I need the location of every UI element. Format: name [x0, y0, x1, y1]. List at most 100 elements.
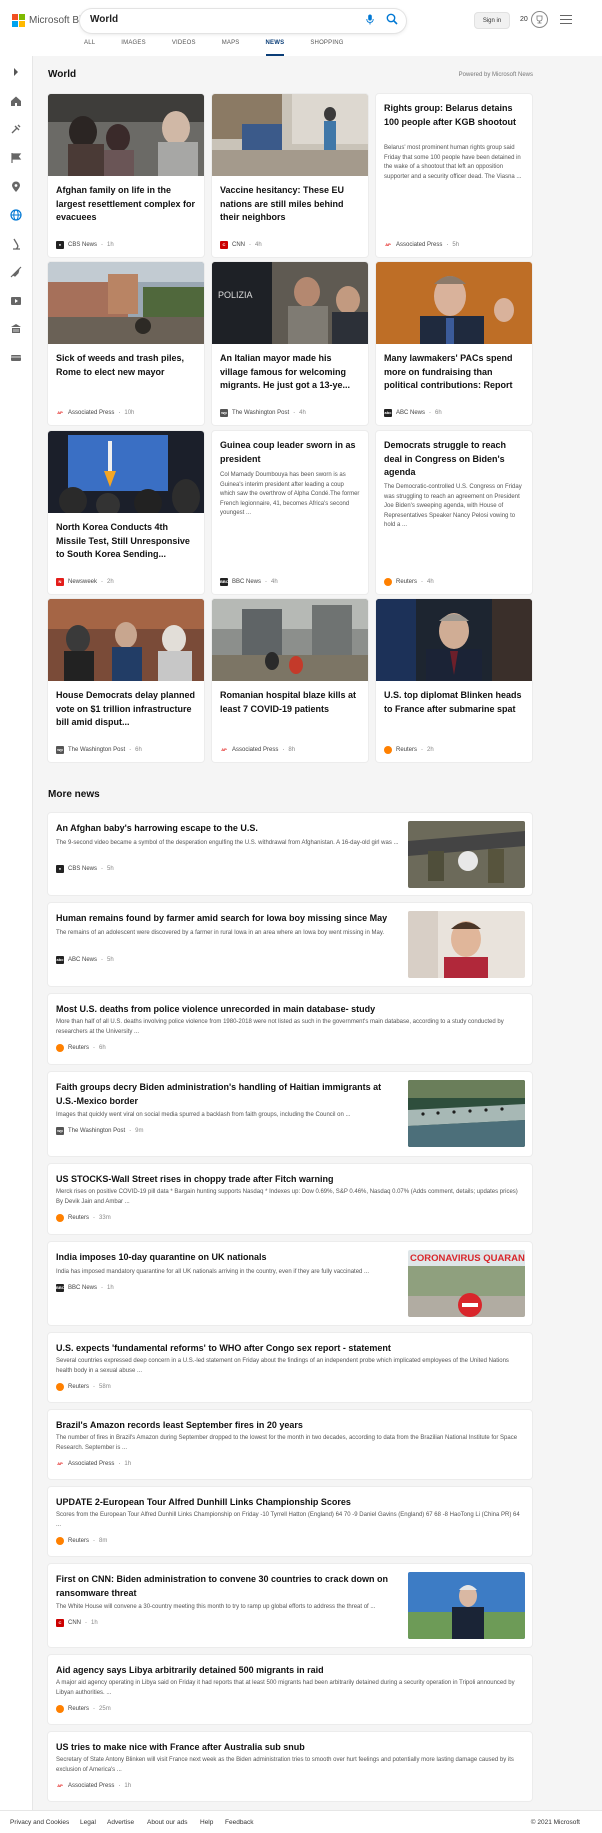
source-age: 25m [99, 1706, 111, 1712]
card-title[interactable]: U.S. top diplomat Blinken heads to Franc… [384, 689, 524, 716]
news-card[interactable]: POLIZIA An Italian mayor made his villag… [212, 262, 368, 425]
footer-link-feedback[interactable]: Feedback [225, 1819, 254, 1826]
more-news-item[interactable]: Faith groups decry Biden administration'… [48, 1072, 532, 1156]
tab-maps[interactable]: MAPS [222, 40, 240, 56]
news-card[interactable]: Afghan family on life in the largest res… [48, 94, 204, 257]
tab-all[interactable]: ALL [84, 40, 95, 56]
more-news-item[interactable]: First on CNN: Biden administration to co… [48, 1564, 532, 1647]
chevron-right-icon[interactable] [10, 66, 22, 78]
item-title[interactable]: U.S. expects 'fundamental reforms' to WH… [56, 1342, 526, 1356]
card-title[interactable]: Rights group: Belarus detains 100 people… [384, 102, 524, 129]
item-title[interactable]: Most U.S. deaths from police violence un… [56, 1003, 526, 1017]
footer-link-advertise[interactable]: Advertise [107, 1819, 134, 1826]
more-news-heading: More news [48, 789, 100, 800]
video-icon[interactable] [10, 295, 22, 307]
source-age: 1h [91, 1620, 98, 1626]
card-title[interactable]: Many lawmakers' PACs spend more on fundr… [384, 352, 524, 393]
rocket-icon[interactable] [10, 266, 22, 278]
footer-link-about-ads[interactable]: About our ads [147, 1819, 187, 1826]
source-age: 1h [107, 1285, 114, 1291]
item-title[interactable]: An Afghan baby's harrowing escape to the… [56, 822, 396, 836]
news-card[interactable]: North Korea Conducts 4th Missile Test, S… [48, 431, 204, 594]
item-title[interactable]: Aid agency says Libya arbitrarily detain… [56, 1664, 526, 1678]
hamburger-menu-icon[interactable] [560, 15, 572, 27]
news-card[interactable]: Many lawmakers' PACs spend more on fundr… [376, 262, 532, 425]
search-input[interactable] [90, 14, 340, 25]
item-title[interactable]: US tries to make nice with France after … [56, 1741, 526, 1755]
tab-shopping[interactable]: SHOPPING [310, 40, 343, 56]
item-snippet: The remains of an adolescent were discov… [56, 930, 385, 936]
more-news-item[interactable]: Aid agency says Libya arbitrarily detain… [48, 1655, 532, 1724]
more-news-item[interactable]: UPDATE 2-European Tour Alfred Dunhill Li… [48, 1487, 532, 1556]
source-name: Reuters [68, 1706, 90, 1712]
powered-by-text[interactable]: Powered by Microsoft News [459, 72, 533, 78]
item-title[interactable]: US STOCKS-Wall Street rises in choppy tr… [56, 1173, 526, 1187]
card-title[interactable]: Romanian hospital blaze kills at least 7… [220, 689, 360, 716]
item-title[interactable]: Brazil's Amazon records least September … [56, 1419, 526, 1433]
globe-icon[interactable] [10, 209, 22, 221]
card-title[interactable]: An Italian mayor made his village famous… [220, 352, 360, 393]
footer-link-privacy[interactable]: Privacy and Cookies [10, 1819, 69, 1826]
source-name: Reuters [68, 1045, 90, 1051]
news-card[interactable]: Guinea coup leader sworn in as president… [212, 431, 368, 594]
news-card[interactable]: Vaccine hesitancy: These EU nations are … [212, 94, 368, 257]
source-age: 4h [271, 579, 278, 585]
search-box[interactable] [80, 9, 406, 33]
tools-icon[interactable] [10, 123, 22, 135]
source-name: ABC News [68, 957, 98, 963]
ap-logo-icon: AP [56, 1460, 64, 1468]
source-name: BBC News [68, 1285, 98, 1291]
more-news-item[interactable]: US STOCKS-Wall Street rises in choppy tr… [48, 1164, 532, 1234]
tab-news[interactable]: NEWS [265, 40, 285, 56]
item-title[interactable]: India imposes 10-day quarantine on UK na… [56, 1251, 396, 1265]
news-card[interactable]: Rights group: Belarus detains 100 people… [376, 94, 532, 257]
more-news-item[interactable]: U.S. expects 'fundamental reforms' to WH… [48, 1333, 532, 1402]
news-card[interactable]: Romanian hospital blaze kills at least 7… [212, 599, 368, 762]
source-age: 58m [99, 1384, 111, 1390]
news-card[interactable]: Sick of weeds and trash piles, Rome to e… [48, 262, 204, 425]
more-news-item[interactable]: Brazil's Amazon records least September … [48, 1410, 532, 1479]
card-title[interactable]: Democrats struggle to reach deal in Cong… [384, 439, 524, 480]
more-news-item[interactable]: Human remains found by farmer amid searc… [48, 903, 532, 986]
building-icon[interactable] [10, 323, 22, 335]
tab-videos[interactable]: VIDEOS [172, 40, 196, 56]
news-thumbnail [376, 599, 532, 681]
news-card[interactable]: U.S. top diplomat Blinken heads to Franc… [376, 599, 532, 762]
card-source: AP Associated Press · 8h [220, 746, 296, 754]
microphone-icon[interactable] [366, 14, 374, 25]
map-pin-icon[interactable] [10, 181, 22, 193]
more-news-item[interactable]: US tries to make nice with France after … [48, 1732, 532, 1801]
flag-icon[interactable] [10, 152, 22, 164]
card-title[interactable]: Vaccine hesitancy: These EU nations are … [220, 184, 360, 225]
tab-images[interactable]: IMAGES [121, 40, 146, 56]
source-age: 1h [124, 1461, 132, 1467]
item-title[interactable]: UPDATE 2-European Tour Alfred Dunhill Li… [56, 1496, 526, 1510]
card-title[interactable]: Guinea coup leader sworn in as president [220, 439, 360, 466]
news-thumbnail [408, 821, 525, 888]
card-source: C CNN · 4h [220, 241, 262, 249]
more-news-item[interactable]: India imposes 10-day quarantine on UK na… [48, 1242, 532, 1325]
card-title[interactable]: Afghan family on life in the largest res… [56, 184, 196, 225]
rewards-trophy-icon[interactable] [531, 11, 548, 28]
footer-link-help[interactable]: Help [200, 1819, 213, 1826]
item-title[interactable]: Faith groups decry Biden administration'… [56, 1081, 396, 1108]
more-news-item[interactable]: An Afghan baby's harrowing escape to the… [48, 813, 532, 895]
item-snippet: More than half of all U.S. deaths involv… [56, 1019, 504, 1035]
card-icon[interactable] [10, 352, 22, 364]
search-icon[interactable] [386, 13, 398, 25]
card-title[interactable]: House Democrats delay planned vote on $1… [56, 689, 196, 730]
item-title[interactable]: Human remains found by farmer amid searc… [56, 912, 396, 926]
news-card[interactable]: House Democrats delay planned vote on $1… [48, 599, 204, 762]
sign-in-button[interactable]: Sign in [474, 12, 510, 29]
microscope-icon[interactable] [10, 238, 22, 250]
rewards-points[interactable]: 20 [520, 16, 528, 23]
card-title[interactable]: North Korea Conducts 4th Missile Test, S… [56, 521, 196, 562]
card-snippet: The Democratic-controlled U.S. Congress … [384, 484, 522, 529]
home-icon[interactable] [10, 95, 22, 107]
item-title[interactable]: First on CNN: Biden administration to co… [56, 1573, 396, 1600]
card-source: wp The Washington Post · 4h [220, 409, 306, 417]
more-news-item[interactable]: Most U.S. deaths from police violence un… [48, 994, 532, 1064]
news-card[interactable]: Democrats struggle to reach deal in Cong… [376, 431, 532, 594]
footer-link-legal[interactable]: Legal [80, 1819, 96, 1826]
card-title[interactable]: Sick of weeds and trash piles, Rome to e… [56, 352, 196, 379]
